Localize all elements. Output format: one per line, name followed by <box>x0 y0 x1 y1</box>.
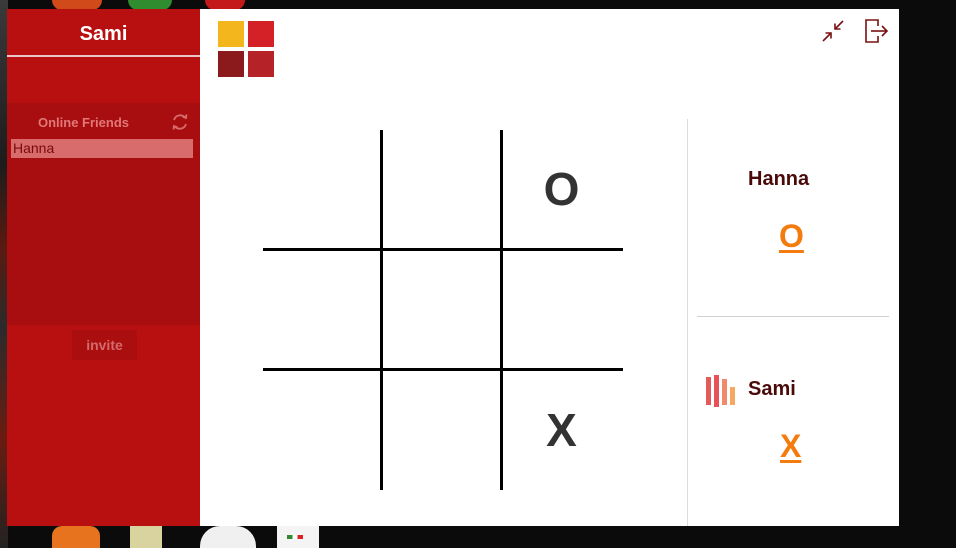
board-cell[interactable] <box>263 371 380 488</box>
desktop-icon <box>130 526 162 548</box>
board-cell[interactable] <box>503 251 620 368</box>
logo-icon <box>218 21 274 77</box>
refresh-icon[interactable] <box>170 112 190 132</box>
board-cell[interactable] <box>383 251 500 368</box>
desktop-icon <box>52 526 100 548</box>
current-username: Sami <box>79 23 128 45</box>
board-cell[interactable] <box>263 251 380 368</box>
online-friends-panel: Online Friends Hanna <box>7 103 200 325</box>
score-panel-divider <box>687 119 688 526</box>
player-name: Sami <box>748 378 796 400</box>
board-cell[interactable] <box>383 371 500 488</box>
exit-icon <box>865 19 889 43</box>
desktop-icon <box>200 526 256 548</box>
board-cell[interactable]: O <box>503 130 620 247</box>
board-cell[interactable]: X <box>503 371 620 488</box>
game-window: Sami Online Friends Hanna invite O X Han… <box>7 9 899 526</box>
minimize-icon <box>822 20 844 42</box>
desktop-icon <box>277 526 319 548</box>
player-symbol: X <box>780 428 802 464</box>
invite-button[interactable]: invite <box>72 330 137 360</box>
game-board: O X <box>263 130 623 490</box>
minimize-button[interactable] <box>819 17 847 45</box>
opponent-symbol: O <box>779 218 804 254</box>
player-divider <box>697 316 889 317</box>
online-friends-header: Online Friends <box>38 115 130 130</box>
exit-button[interactable] <box>862 17 890 45</box>
sidebar: Sami Online Friends Hanna invite <box>7 9 200 526</box>
username-divider <box>7 55 200 57</box>
board-cell[interactable] <box>383 130 500 247</box>
turn-indicator-icon <box>706 375 742 407</box>
board-cell[interactable] <box>263 130 380 247</box>
friend-list-item[interactable]: Hanna <box>11 139 193 158</box>
opponent-name: Hanna <box>748 168 810 190</box>
